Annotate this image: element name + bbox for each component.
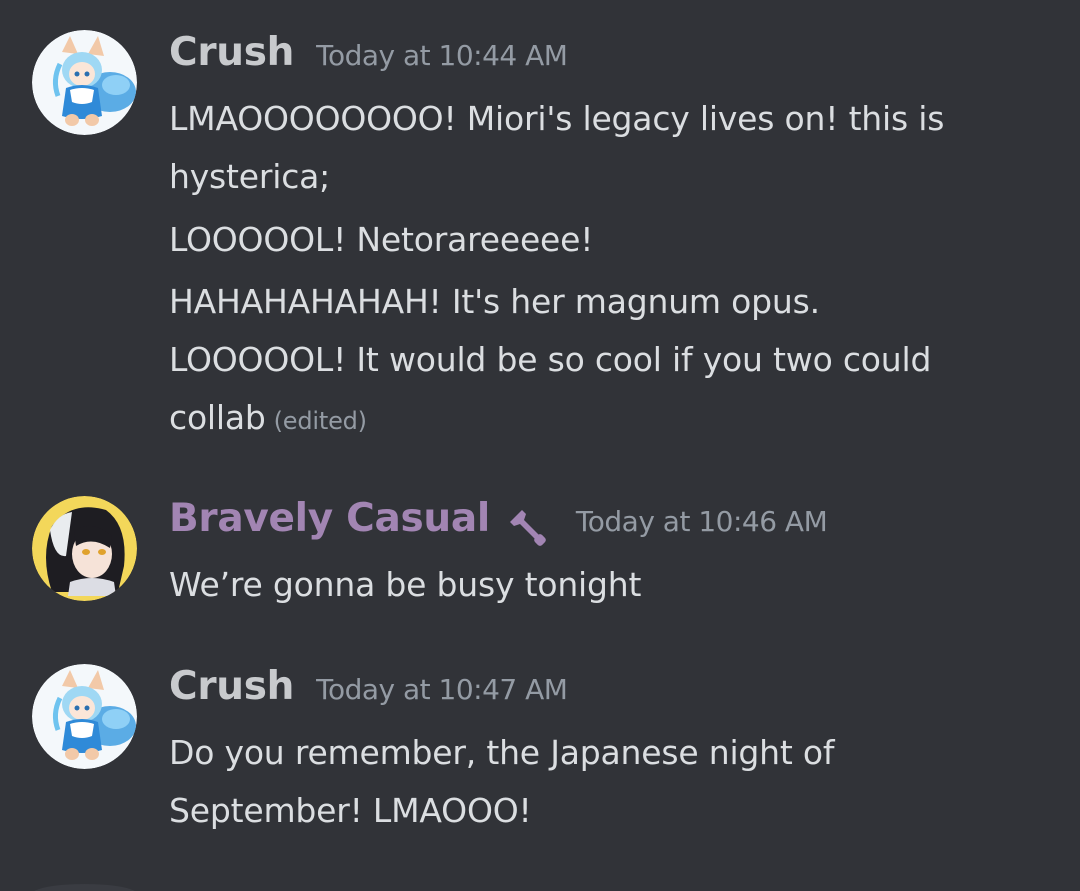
message-timestamp: Today at 10:44 AM	[316, 39, 568, 72]
author-name[interactable]: Crush	[169, 30, 294, 75]
message-line: Do you remember, the Japanese night of	[169, 733, 835, 772]
anime-dark-hair-avatar-icon	[32, 496, 137, 601]
message-line: collab	[169, 398, 266, 437]
avatar[interactable]	[32, 496, 137, 601]
message-line: September! LMAOOO!	[169, 791, 532, 830]
message-text: We’re gonna be busy tonight	[169, 565, 642, 604]
author-name[interactable]: Bravely Casual	[169, 496, 490, 541]
message-header: Crush Today at 10:47 AM	[169, 664, 1040, 724]
message-timestamp: Today at 10:46 AM	[575, 505, 828, 538]
avatar[interactable]	[32, 664, 137, 769]
message-text: LOOOOOL! Netorareeeee!	[169, 220, 594, 259]
message-header: Crush Today at 10:44 AM	[169, 30, 1040, 90]
chat-messages: Crush Today at 10:44 AM LMAOOOOOOOO! Mio…	[0, 0, 1080, 891]
edited-label: (edited)	[273, 407, 367, 435]
message-timestamp: Today at 10:47 AM	[316, 673, 568, 706]
message-line: hysterica;	[169, 157, 331, 196]
anime-fox-girl-avatar-icon	[32, 30, 137, 135]
message-text: HAHAHAHAHAH! It's her magnum opus. LOOOO…	[169, 273, 1040, 450]
message-line: LMAOOOOOOOO! Miori's legacy lives on! th…	[169, 99, 945, 138]
author-name[interactable]: Crush	[169, 664, 294, 709]
message-text: LMAOOOOOOOO! Miori's legacy lives on! th…	[169, 90, 1040, 206]
next-avatar-edge	[32, 884, 137, 891]
message-text: Do you remember, the Japanese night of S…	[169, 724, 1040, 840]
message-line: HAHAHAHAHAH! It's her magnum opus.	[169, 282, 820, 321]
wrench-icon[interactable]	[508, 508, 550, 550]
avatar[interactable]	[32, 30, 137, 135]
message-line: LOOOOOL! It would be so cool if you two …	[169, 340, 932, 379]
message-header: Bravely Casual Today at 10:46 AM	[169, 496, 1040, 556]
anime-fox-girl-avatar-icon	[32, 664, 137, 769]
